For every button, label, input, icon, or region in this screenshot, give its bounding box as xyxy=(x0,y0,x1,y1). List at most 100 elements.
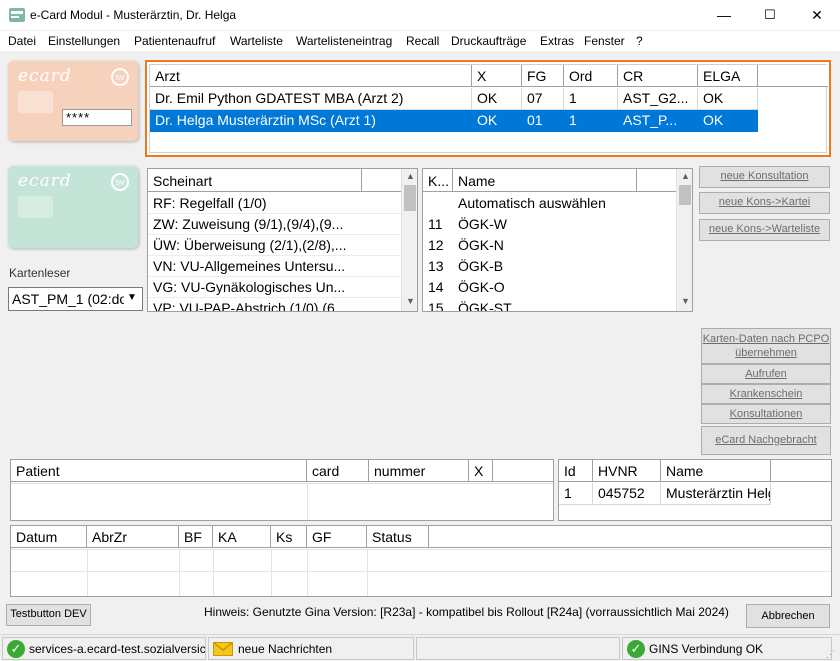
col-gf[interactable]: GF xyxy=(307,526,367,548)
ecard-nachgebracht-button[interactable]: eCard Nachgebracht xyxy=(701,426,831,455)
menu-warteliste[interactable]: Warteliste xyxy=(230,34,283,48)
scroll-thumb[interactable] xyxy=(404,185,416,211)
list-item[interactable]: RF: Regelfall (1/0) xyxy=(148,193,401,214)
window-title: e-Card Modul - Musterärztin, Dr. Helga xyxy=(30,8,237,22)
scroll-up-icon[interactable]: ▲ xyxy=(677,171,692,181)
menu-bar: Datei Einstellungen Patientenaufruf Wart… xyxy=(0,31,840,51)
status-nachrichten[interactable]: neue Nachrichten xyxy=(208,637,414,660)
col-datum[interactable]: Datum xyxy=(11,526,87,548)
karten-daten-label-2: übernehmen xyxy=(735,347,797,359)
list-item[interactable]: 14 ÖGK-O xyxy=(423,277,676,298)
konsultationen-button[interactable]: Konsultationen xyxy=(701,404,831,424)
karten-daten-label-1: Karten-Daten nach PCPO xyxy=(702,333,830,345)
kasse-list: K... Name Automatisch auswählen 11 ÖGK-W… xyxy=(422,168,693,312)
list-item[interactable]: 12 ÖGK-N xyxy=(423,235,676,256)
scroll-up-icon[interactable]: ▲ xyxy=(402,171,417,181)
col-status[interactable]: Status xyxy=(367,526,429,548)
menu-patientenaufruf[interactable]: Patientenaufruf xyxy=(134,34,215,48)
scroll-thumb[interactable] xyxy=(679,185,691,205)
col-bf[interactable]: BF xyxy=(179,526,213,548)
pin-field[interactable]: **** xyxy=(62,109,132,126)
maximize-button[interactable]: ☐ xyxy=(747,0,793,30)
karten-daten-button[interactable]: Karten-Daten nach PCPO übernehmen xyxy=(701,328,831,364)
list-item[interactable]: ZW: Zuweisung (9/1),(9/4),(9... xyxy=(148,214,401,235)
menu-extras[interactable]: Extras xyxy=(540,34,574,48)
patient-table: Patient card nummer X xyxy=(10,459,554,521)
col-card[interactable]: card xyxy=(307,460,369,482)
col-x[interactable]: X xyxy=(469,460,493,482)
col-name[interactable]: Name xyxy=(661,460,771,482)
sv-badge-icon: sv xyxy=(111,68,129,86)
col-abrzr[interactable]: AbrZr xyxy=(87,526,179,548)
testbutton-dev[interactable]: Testbutton DEV xyxy=(6,604,91,626)
chip-icon xyxy=(18,196,53,218)
col-patient[interactable]: Patient xyxy=(11,460,307,482)
menu-recall[interactable]: Recall xyxy=(406,34,439,48)
kasse-code: 12 xyxy=(428,237,444,253)
close-button[interactable]: ✕ xyxy=(794,0,840,30)
col-empty xyxy=(493,460,553,482)
neue-kons-kartei-button[interactable]: neue Kons->Kartei xyxy=(699,192,830,214)
minimize-button[interactable]: — xyxy=(701,0,747,30)
resize-grip-icon[interactable]: ⋰ xyxy=(826,649,835,660)
neue-konsultation-button[interactable]: neue Konsultation xyxy=(699,166,830,188)
status-gins: ✓ GINS Verbindung OK xyxy=(622,637,832,660)
col-id[interactable]: Id xyxy=(559,460,593,482)
col-ks[interactable]: Ks xyxy=(271,526,307,548)
list-item[interactable]: VG: VU-Gynäkologisches Un... xyxy=(148,277,401,298)
col-name[interactable]: Name xyxy=(453,169,637,192)
table-row[interactable]: Dr. Emil Python GDATEST MBA (Arzt 2) OK … xyxy=(150,88,828,110)
scroll-down-icon[interactable]: ▼ xyxy=(402,296,417,306)
menu-einstellungen[interactable]: Einstellungen xyxy=(48,34,120,48)
menu-datei[interactable]: Datei xyxy=(8,34,36,48)
krankenschein-button[interactable]: Krankenschein xyxy=(701,384,831,404)
konsultation-table: Datum AbrZr BF KA Ks GF Status xyxy=(10,525,832,597)
status-bar: ✓ services-a.ecard-test.sozialversich ne… xyxy=(0,634,840,661)
aufrufen-button[interactable]: Aufrufen xyxy=(701,364,831,384)
col-elga[interactable]: ELGA xyxy=(698,65,758,87)
list-item[interactable]: VP: VU-PAP-Abstrich (1/0) (6... xyxy=(148,298,401,311)
list-item[interactable]: 15 ÖGK-ST xyxy=(423,298,676,312)
list-item[interactable]: Automatisch auswählen xyxy=(423,193,676,214)
list-item[interactable]: VN: VU-Allgemeines Untersu... xyxy=(148,256,401,277)
kasse-code: 11 xyxy=(428,216,443,232)
check-icon: ✓ xyxy=(627,640,645,658)
abbrechen-button[interactable]: Abbrechen xyxy=(746,604,830,628)
status-service: ✓ services-a.ecard-test.sozialversich xyxy=(2,637,206,660)
kasse-name: ÖGK-ST xyxy=(458,300,512,312)
kasse-name: ÖGK-W xyxy=(458,216,507,232)
col-hvnr[interactable]: HVNR xyxy=(593,460,661,482)
col-k[interactable]: K... xyxy=(423,169,453,192)
status-gins-text: GINS Verbindung OK xyxy=(649,642,764,656)
col-ka[interactable]: KA xyxy=(213,526,271,548)
kasse-scrollbar[interactable]: ▲ ▼ xyxy=(676,169,692,311)
list-item[interactable]: ÜW: Überweisung (2/1),(2/8),... xyxy=(148,235,401,256)
col-ord[interactable]: Ord xyxy=(564,65,618,87)
col-nummer[interactable]: nummer xyxy=(369,460,469,482)
list-item[interactable]: 13 ÖGK-B xyxy=(423,256,676,277)
ecard-app-icon xyxy=(9,8,25,22)
menu-fenster[interactable]: Fenster xyxy=(584,34,625,48)
col-scheinart[interactable]: Scheinart xyxy=(148,169,362,192)
menu-druckauftraege[interactable]: Druckaufträge xyxy=(451,34,526,48)
table-row-selected[interactable]: Dr. Helga Musterärztin MSc (Arzt 1) OK 0… xyxy=(150,110,758,132)
kartenleser-select[interactable]: AST_PM_1 (02:do ▼ xyxy=(8,287,143,311)
table-row[interactable]: 1 045752 Musterärztin Helga xyxy=(559,483,831,505)
arzt-cr: AST_G2... xyxy=(618,88,698,110)
menu-help[interactable]: ? xyxy=(636,34,643,48)
status-empty xyxy=(416,637,620,660)
scroll-down-icon[interactable]: ▼ xyxy=(677,296,692,306)
menu-wartelisteneintrag[interactable]: Wartelisteneintrag xyxy=(296,34,392,48)
arzt-table-frame: Arzt X FG Ord CR ELGA Dr. Emil Python GD… xyxy=(145,60,831,157)
col-arzt[interactable]: Arzt xyxy=(150,65,472,87)
scheinart-scrollbar[interactable]: ▲ ▼ xyxy=(401,169,417,311)
arzt-x: OK xyxy=(472,88,522,110)
hvnr-id: 1 xyxy=(559,483,593,505)
col-cr[interactable]: CR xyxy=(618,65,698,87)
arzt-elga: OK xyxy=(698,88,758,110)
list-item[interactable]: 11 ÖGK-W xyxy=(423,214,676,235)
col-x[interactable]: X xyxy=(472,65,522,87)
neue-kons-warteliste-button[interactable]: neue Kons->Warteliste xyxy=(699,219,830,241)
col-fg[interactable]: FG xyxy=(522,65,564,87)
mail-icon xyxy=(213,642,233,656)
